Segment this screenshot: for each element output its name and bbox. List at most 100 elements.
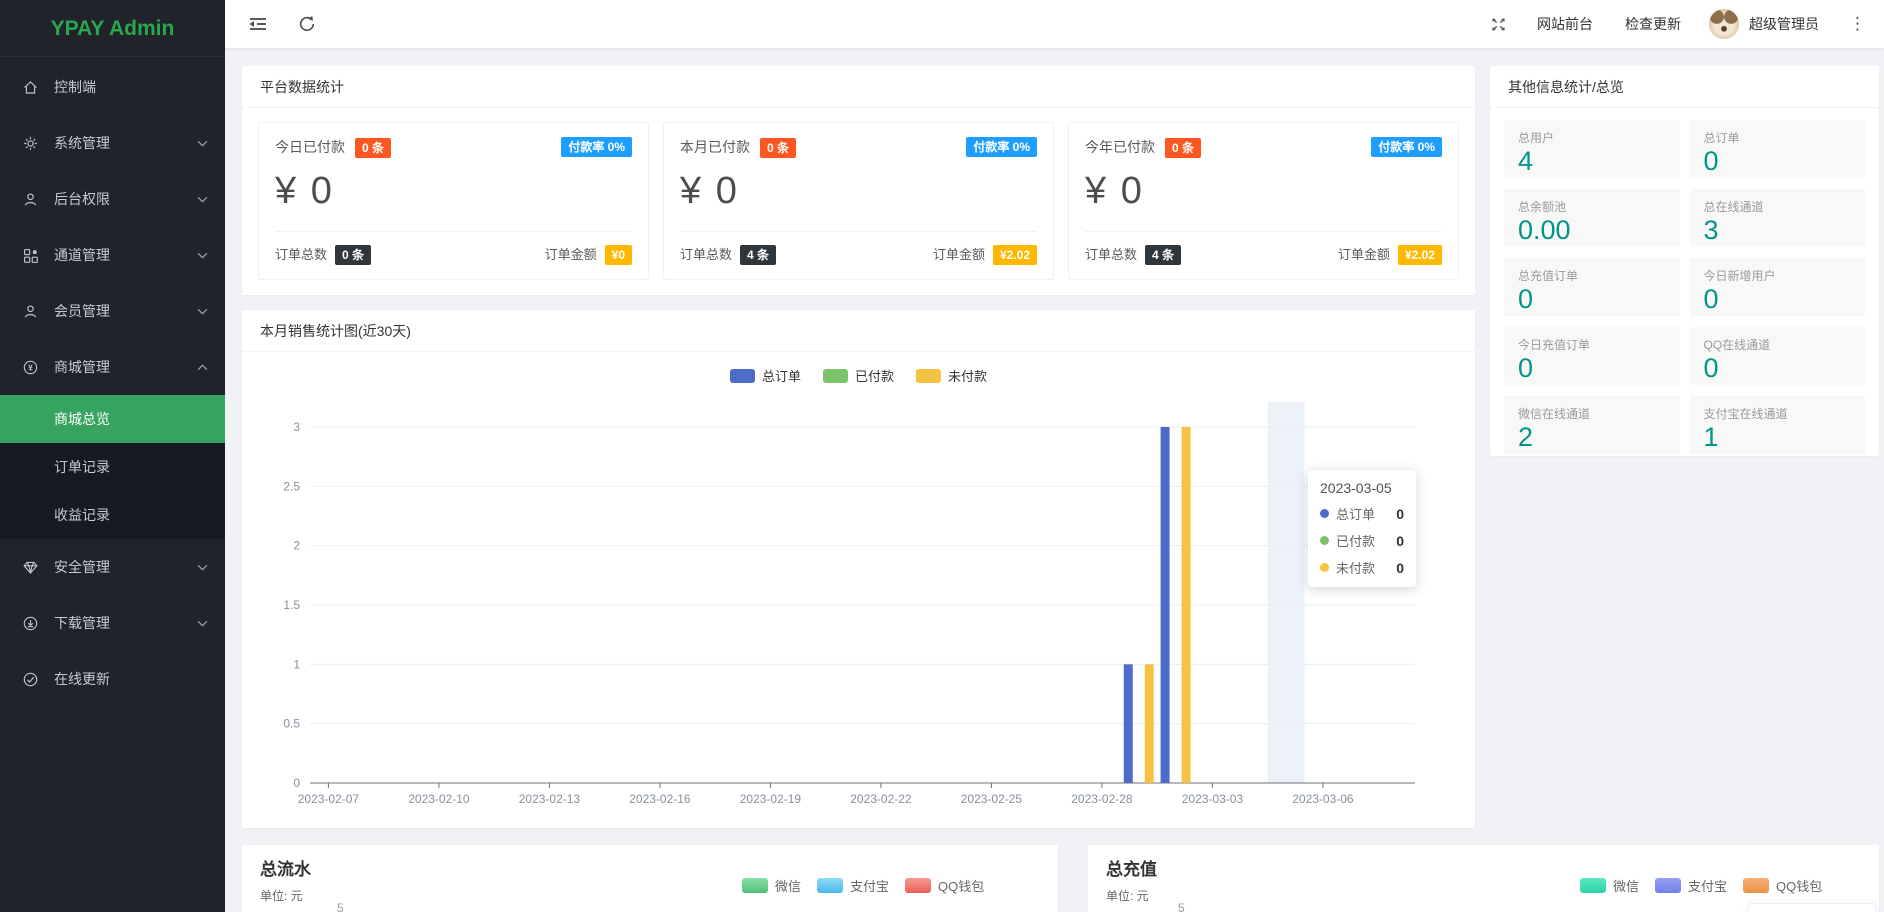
sidebar-item-console[interactable]: 控制端 <box>0 59 225 115</box>
legend-swatch <box>1655 878 1681 893</box>
tile-label: 今日新增用户 <box>1704 267 1852 284</box>
stat-tile-qq-online-channels: QQ在线通道0 <box>1690 327 1866 385</box>
orders-total-badge: 4 条 <box>1145 245 1181 265</box>
legend-item-微信[interactable]: 微信 <box>1580 876 1639 895</box>
check-update-link[interactable]: 检查更新 <box>1609 0 1697 48</box>
home-icon <box>22 79 42 96</box>
site-front-link[interactable]: 网站前台 <box>1521 0 1609 48</box>
sidebar-item-backend-auth[interactable]: 后台权限 <box>0 171 225 227</box>
sidebar-subitem-order-records[interactable]: 订单记录 <box>0 443 225 491</box>
stat-tile-total-recharge-orders: 总充值订单0 <box>1504 258 1680 316</box>
orders-total: 订单总数4 条 <box>680 244 776 266</box>
yen-circle-icon: ¥ <box>22 359 42 376</box>
user-menu[interactable]: 超级管理员 <box>1697 9 1831 39</box>
sidebar-item-system[interactable]: 系统管理 <box>0 115 225 171</box>
legend-item-支付宝[interactable]: 支付宝 <box>1655 876 1727 895</box>
tooltip-label: 总订单 <box>1336 504 1375 523</box>
tooltip-row: 总订单0 <box>1320 504 1404 523</box>
stat-card-title: 本月已付款 <box>680 139 750 155</box>
sidebar-submenu: 商城总览订单记录收益记录 <box>0 395 225 539</box>
sidebar-subitem-income-records[interactable]: 收益记录 <box>0 491 225 539</box>
tile-label: QQ在线通道 <box>1704 336 1852 353</box>
card-divider <box>275 231 632 232</box>
total-recharge-panel: 总充值 单位: 元 微信支付宝QQ钱包 5 <box>1088 845 1879 912</box>
tile-label: 微信在线通道 <box>1518 405 1666 422</box>
legend-label: 支付宝 <box>1688 876 1727 895</box>
legend-item-QQ钱包[interactable]: QQ钱包 <box>905 876 984 895</box>
chevron-down-icon <box>197 564 209 571</box>
legend-item-总订单[interactable]: 总订单 <box>730 366 801 385</box>
tile-label: 总余额池 <box>1518 198 1666 215</box>
tile-value: 4 <box>1518 146 1666 177</box>
rate-badge: 付款率 0% <box>966 137 1037 157</box>
legend-item-微信[interactable]: 微信 <box>742 876 801 895</box>
stat-tile-today-new-users: 今日新增用户0 <box>1690 258 1866 316</box>
check-circle-icon <box>22 671 42 688</box>
orders-amount: 订单金额¥0 <box>545 244 632 266</box>
sales-bar-chart[interactable]: 2023-02-072023-02-102023-02-132023-02-16… <box>242 352 1475 828</box>
tile-value: 0 <box>1704 353 1852 384</box>
fullscreen-icon[interactable] <box>1476 0 1521 48</box>
platform-stats-title: 平台数据统计 <box>242 66 1475 108</box>
chart-tooltip: 2023-03-05 总订单0已付款0未付款0 <box>1308 470 1416 587</box>
refresh-icon[interactable] <box>283 0 331 48</box>
orders-amount-label: 订单金额 <box>1338 247 1390 262</box>
sidebar-item-label: 下载管理 <box>54 613 197 633</box>
sidebar-item-online-update[interactable]: 在线更新 <box>0 651 225 707</box>
tooltip-label: 未付款 <box>1336 558 1375 577</box>
legend-item-已付款[interactable]: 已付款 <box>823 366 894 385</box>
stat-card-2: 今年已付款0 条付款率 0%¥ 0订单总数4 条订单金额¥2.02 <box>1068 122 1459 280</box>
svg-text:2023-02-07: 2023-02-07 <box>298 792 360 806</box>
legend-item-QQ钱包[interactable]: QQ钱包 <box>1743 876 1822 895</box>
orders-total-label: 订单总数 <box>680 247 732 262</box>
sidebar-nav: 控制端系统管理后台权限通道管理会员管理 ¥商城管理商城总览订单记录收益记录安全管理… <box>0 57 225 707</box>
sidebar-item-member[interactable]: 会员管理 <box>0 283 225 339</box>
orders-amount-badge: ¥2.02 <box>1398 245 1442 265</box>
other-stats-title: 其他信息统计/总览 <box>1490 66 1879 108</box>
partial-chart-tooltip <box>1748 903 1876 912</box>
legend-label: 支付宝 <box>850 876 889 895</box>
tile-label: 总充值订单 <box>1518 267 1666 284</box>
stat-tile-today-recharge-orders: 今日充值订单0 <box>1504 327 1680 385</box>
orders-total-label: 订单总数 <box>1085 247 1137 262</box>
sidebar-item-mall[interactable]: ¥商城管理 <box>0 339 225 395</box>
svg-text:2: 2 <box>293 539 300 553</box>
legend-label: 总订单 <box>762 366 801 385</box>
tooltip-label: 已付款 <box>1336 531 1375 550</box>
sidebar-item-channel[interactable]: 通道管理 <box>0 227 225 283</box>
legend-label: QQ钱包 <box>938 876 984 895</box>
stat-card-bottom: 订单总数0 条订单金额¥0 <box>275 244 632 266</box>
legend-swatch <box>905 878 931 893</box>
amount-value: ¥ 0 <box>1085 170 1442 213</box>
grid-icon <box>22 247 42 264</box>
more-menu-icon[interactable]: ⋮ <box>1831 14 1884 34</box>
main-content: 平台数据统计 今日已付款0 条付款率 0%¥ 0订单总数0 条订单金额¥0本月已… <box>225 48 1884 912</box>
svg-text:3: 3 <box>293 420 300 434</box>
legend-swatch <box>730 369 755 383</box>
stat-card-0: 今日已付款0 条付款率 0%¥ 0订单总数0 条订单金额¥0 <box>258 122 649 280</box>
collapse-sidebar-icon[interactable] <box>233 0 283 48</box>
orders-amount-badge: ¥0 <box>605 245 632 265</box>
sales-chart-title: 本月销售统计图(近30天) <box>242 310 1475 352</box>
sidebar-item-label: 后台权限 <box>54 189 197 209</box>
amount-value: ¥ 0 <box>275 170 632 213</box>
chevron-down-icon <box>197 252 209 259</box>
svg-text:2023-02-10: 2023-02-10 <box>408 792 470 806</box>
chevron-down-icon <box>197 620 209 627</box>
tile-label: 支付宝在线通道 <box>1704 405 1852 422</box>
tile-value: 3 <box>1704 215 1852 246</box>
tooltip-row: 未付款0 <box>1320 558 1404 577</box>
legend-label: 未付款 <box>948 366 987 385</box>
sidebar-item-label: 会员管理 <box>54 301 197 321</box>
topbar-right: 网站前台 检查更新 超级管理员 ⋮ <box>1476 0 1884 48</box>
total-flow-legend: 微信 支付宝 QQ钱包 <box>742 876 984 895</box>
flow-y-tick: 5 <box>337 901 344 912</box>
legend-item-支付宝[interactable]: 支付宝 <box>817 876 889 895</box>
sidebar-item-security[interactable]: 安全管理 <box>0 539 225 595</box>
stat-tile-total-online-channels: 总在线通道3 <box>1690 189 1866 247</box>
svg-text:1: 1 <box>293 657 300 671</box>
sidebar-subitem-mall-overview[interactable]: 商城总览 <box>0 395 225 443</box>
sidebar-item-download[interactable]: 下载管理 <box>0 595 225 651</box>
app-logo[interactable]: YPAY Admin <box>0 0 225 57</box>
legend-item-未付款[interactable]: 未付款 <box>916 366 987 385</box>
